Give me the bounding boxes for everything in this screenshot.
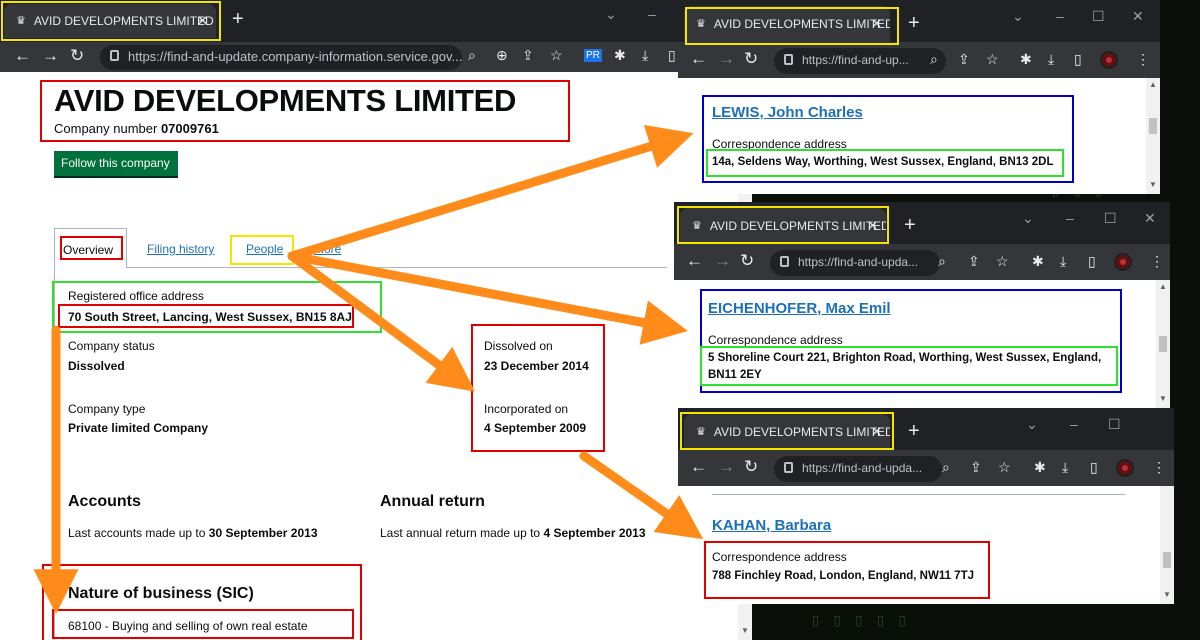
arrow-to-kahan [579,451,704,540]
arrow-to-lewis [287,124,694,261]
annotation-arrows [33,124,704,615]
arrow-to-eichenhofer [287,251,688,345]
